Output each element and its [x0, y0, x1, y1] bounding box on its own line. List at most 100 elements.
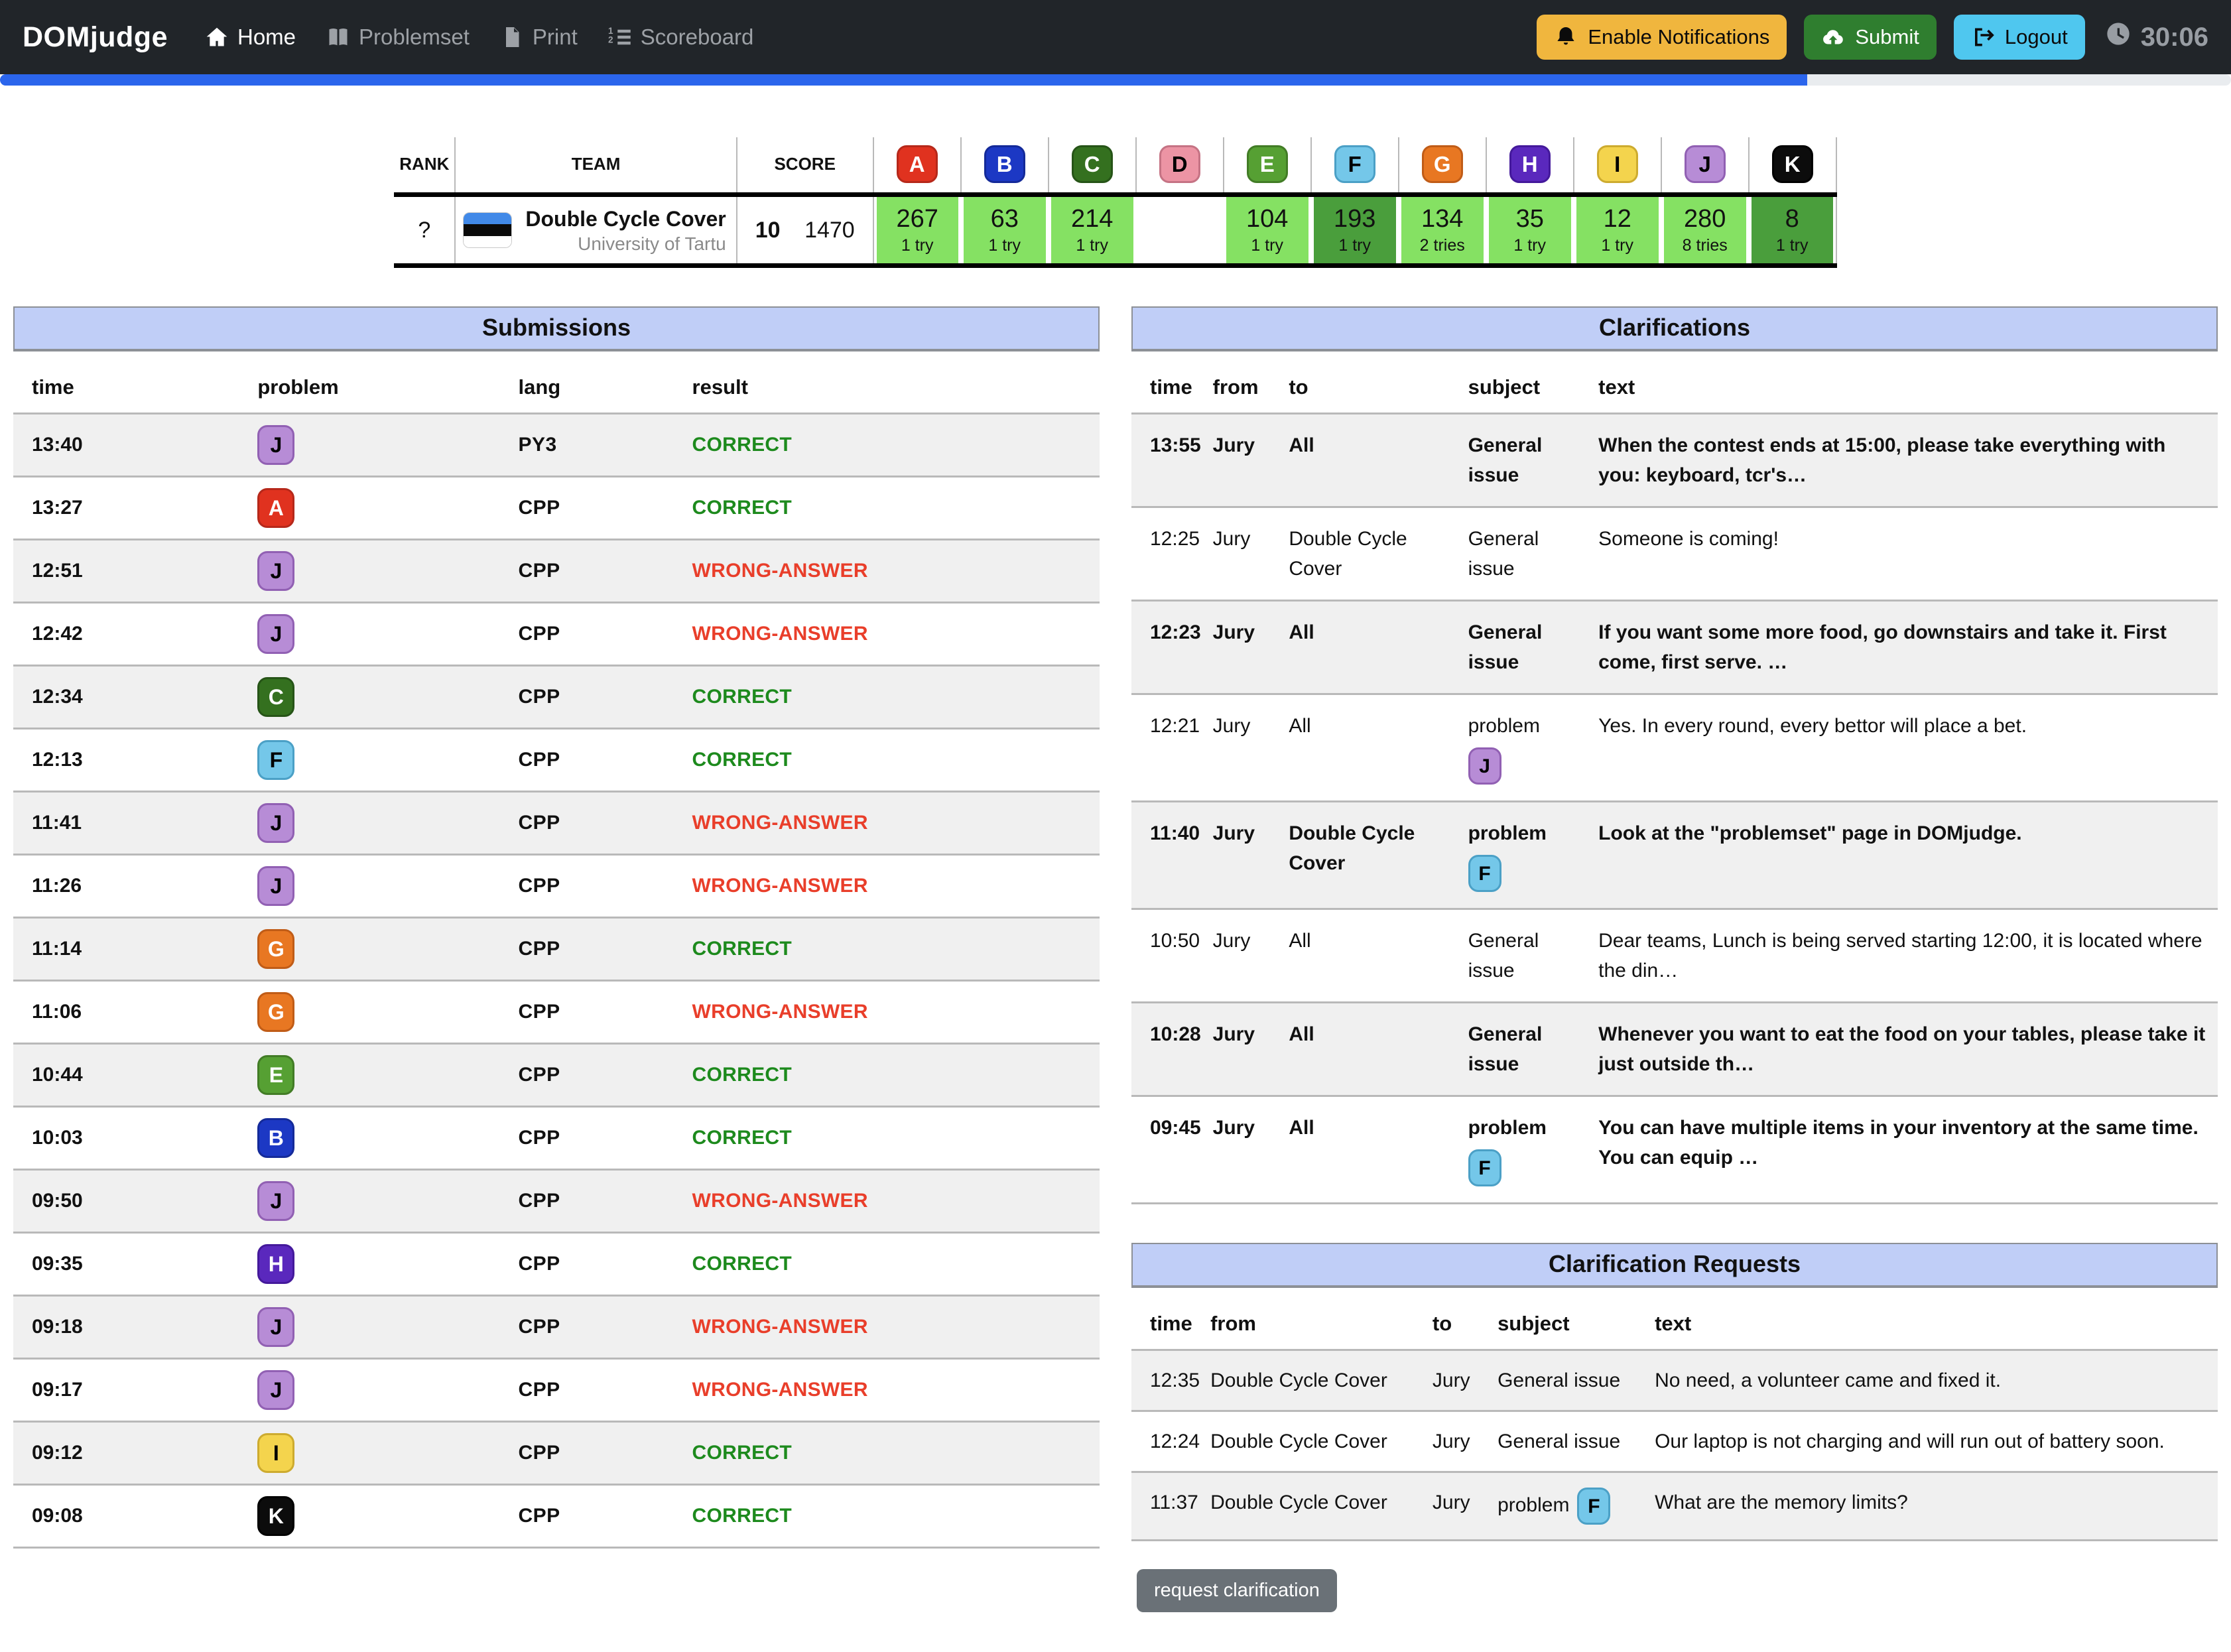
- clarification-subject-label: General issue: [1468, 524, 1588, 584]
- problem-column-header-G: G: [1399, 137, 1486, 195]
- submission-row[interactable]: 09:35HCPPCORRECT: [13, 1233, 1100, 1296]
- submission-row[interactable]: 09:17JCPPWRONG-ANSWER: [13, 1359, 1100, 1422]
- problem-badge-B: B: [984, 145, 1025, 183]
- problem-badge-J: J: [1468, 747, 1501, 785]
- clarification-row[interactable]: 09:45JuryAllproblemFYou can have multipl…: [1131, 1096, 2218, 1204]
- score-box-G: 1342 tries: [1401, 197, 1484, 263]
- app-brand[interactable]: DOMjudge: [23, 21, 168, 54]
- clarification-to: All: [1283, 1003, 1462, 1096]
- submission-result: CORRECT: [687, 918, 1100, 981]
- request-subject-label: General issue: [1498, 1369, 1620, 1391]
- clarification-subject: problemF: [1463, 802, 1594, 909]
- score-cell-E: 1041 try: [1224, 195, 1311, 266]
- problem-column-header-B: B: [961, 137, 1049, 195]
- nav-link-problemset[interactable]: Problemset: [326, 25, 470, 50]
- submission-problem: J: [252, 540, 513, 603]
- submission-row[interactable]: 10:03BCPPCORRECT: [13, 1107, 1100, 1170]
- clarification-text: Someone is coming!: [1593, 507, 2218, 601]
- clarification-subject: General issue: [1463, 507, 1594, 601]
- score-box-A: 2671 try: [877, 197, 958, 263]
- clarification-time: 12:25: [1131, 507, 1208, 601]
- clarification-row[interactable]: 10:28JuryAllGeneral issueWhenever you wa…: [1131, 1003, 2218, 1096]
- problem-column-header-H: H: [1486, 137, 1574, 195]
- contest-progress-fill: [0, 74, 1807, 86]
- submission-row[interactable]: 12:13FCPPCORRECT: [13, 729, 1100, 792]
- submission-row[interactable]: 09:50JCPPWRONG-ANSWER: [13, 1170, 1100, 1233]
- problem-badge-J: J: [257, 614, 294, 654]
- submission-problem: G: [252, 918, 513, 981]
- clarification-from: Jury: [1208, 802, 1284, 909]
- clarification-row[interactable]: 12:25JuryDouble Cycle CoverGeneral issue…: [1131, 507, 2218, 601]
- logout-icon: [1971, 25, 1995, 49]
- submission-time: 11:14: [13, 918, 252, 981]
- submission-lang: CPP: [513, 477, 686, 540]
- submission-row[interactable]: 12:42JCPPWRONG-ANSWER: [13, 603, 1100, 666]
- submission-time: 13:40: [13, 414, 252, 477]
- nav-link-home[interactable]: Home: [205, 25, 296, 50]
- submission-time: 11:26: [13, 855, 252, 918]
- submission-row[interactable]: 12:51JCPPWRONG-ANSWER: [13, 540, 1100, 603]
- submission-row[interactable]: 10:44ECPPCORRECT: [13, 1044, 1100, 1107]
- clarification-row[interactable]: 13:55JuryAllGeneral issueWhen the contes…: [1131, 414, 2218, 507]
- score-box-K: 81 try: [1752, 197, 1833, 263]
- clarification-from: Jury: [1208, 694, 1284, 802]
- problem-column-header-C: C: [1049, 137, 1136, 195]
- problem-column-header-A: A: [873, 137, 961, 195]
- enable-notifications-button[interactable]: Enable Notifications: [1537, 15, 1787, 60]
- team-score-cell: 10 1470: [737, 195, 873, 266]
- score-box-I: 121 try: [1576, 197, 1659, 263]
- problem-column-header-E: E: [1224, 137, 1311, 195]
- problem-badge-F: F: [257, 740, 294, 780]
- score-time: 35: [1516, 205, 1544, 233]
- request-clarification-button[interactable]: request clarification: [1137, 1569, 1337, 1612]
- problem-column-header-F: F: [1311, 137, 1399, 195]
- clarification-text: Look at the "problemset" page in DOMjudg…: [1593, 802, 2218, 909]
- clarification-row[interactable]: 12:21JuryAllproblemJYes. In every round,…: [1131, 694, 2218, 802]
- request-to: Jury: [1427, 1350, 1492, 1411]
- submission-time: 12:13: [13, 729, 252, 792]
- team-score-row: ? Double Cycle Cover University of Tartu: [394, 195, 1836, 266]
- submission-row[interactable]: 11:14GCPPCORRECT: [13, 918, 1100, 981]
- problem-badge-F: F: [1468, 855, 1501, 892]
- clarification-row[interactable]: 10:50JuryAllGeneral issueDear teams, Lun…: [1131, 909, 2218, 1003]
- clarification-request-row[interactable]: 12:24Double Cycle CoverJuryGeneral issue…: [1131, 1411, 2218, 1472]
- submission-time: 09:08: [13, 1485, 252, 1548]
- clarifications-panel: Clarifications timefromtosubjecttext 13:…: [1131, 306, 2218, 1612]
- submission-row[interactable]: 13:27ACPPCORRECT: [13, 477, 1100, 540]
- submission-problem: F: [252, 729, 513, 792]
- clarification-request-row[interactable]: 12:35Double Cycle CoverJuryGeneral issue…: [1131, 1350, 2218, 1411]
- submission-problem: J: [252, 414, 513, 477]
- nav-link-scoreboard[interactable]: 12Scoreboard: [608, 25, 754, 50]
- clarification-request-row[interactable]: 11:37Double Cycle CoverJuryproblemFWhat …: [1131, 1472, 2218, 1541]
- clarifications-title: Clarifications: [1131, 306, 2218, 351]
- logout-button[interactable]: Logout: [1954, 15, 2085, 60]
- submissions-column-header-lang: lang: [513, 361, 686, 414]
- score-tries: 1 try: [1338, 236, 1371, 255]
- submission-row[interactable]: 11:26JCPPWRONG-ANSWER: [13, 855, 1100, 918]
- submission-time: 10:03: [13, 1107, 252, 1170]
- submission-result: CORRECT: [687, 1107, 1100, 1170]
- submission-time: 13:27: [13, 477, 252, 540]
- clarification-row[interactable]: 12:23JuryAllGeneral issueIf you want som…: [1131, 601, 2218, 694]
- scoreboard-header-row: RANK TEAM SCORE ABCDEFGHIJK: [394, 137, 1836, 195]
- clarification-text: When the contest ends at 15:00, please t…: [1593, 414, 2218, 507]
- score-cell-A: 2671 try: [873, 195, 961, 266]
- submission-row[interactable]: 11:06GCPPWRONG-ANSWER: [13, 981, 1100, 1044]
- submission-row[interactable]: 09:08KCPPCORRECT: [13, 1485, 1100, 1548]
- rank-column-header: RANK: [394, 137, 455, 195]
- problem-column-header-J: J: [1661, 137, 1749, 195]
- submit-button[interactable]: Submit: [1804, 15, 1936, 60]
- clarification-row[interactable]: 11:40JuryDouble Cycle CoverproblemFLook …: [1131, 802, 2218, 909]
- submission-time: 11:06: [13, 981, 252, 1044]
- clarification-text: Dear teams, Lunch is being served starti…: [1593, 909, 2218, 1003]
- clarification-to: All: [1283, 414, 1462, 507]
- submission-row[interactable]: 09:12ICPPCORRECT: [13, 1422, 1100, 1485]
- submission-lang: CPP: [513, 1485, 686, 1548]
- submission-row[interactable]: 13:40JPY3CORRECT: [13, 414, 1100, 477]
- submission-row[interactable]: 11:41JCPPWRONG-ANSWER: [13, 792, 1100, 855]
- clarification-requests-title: Clarification Requests: [1131, 1243, 2218, 1288]
- submission-row[interactable]: 12:34CCPPCORRECT: [13, 666, 1100, 729]
- submission-row[interactable]: 09:18JCPPWRONG-ANSWER: [13, 1296, 1100, 1359]
- cloud-upload-icon: [1821, 25, 1845, 49]
- nav-link-print[interactable]: Print: [500, 25, 578, 50]
